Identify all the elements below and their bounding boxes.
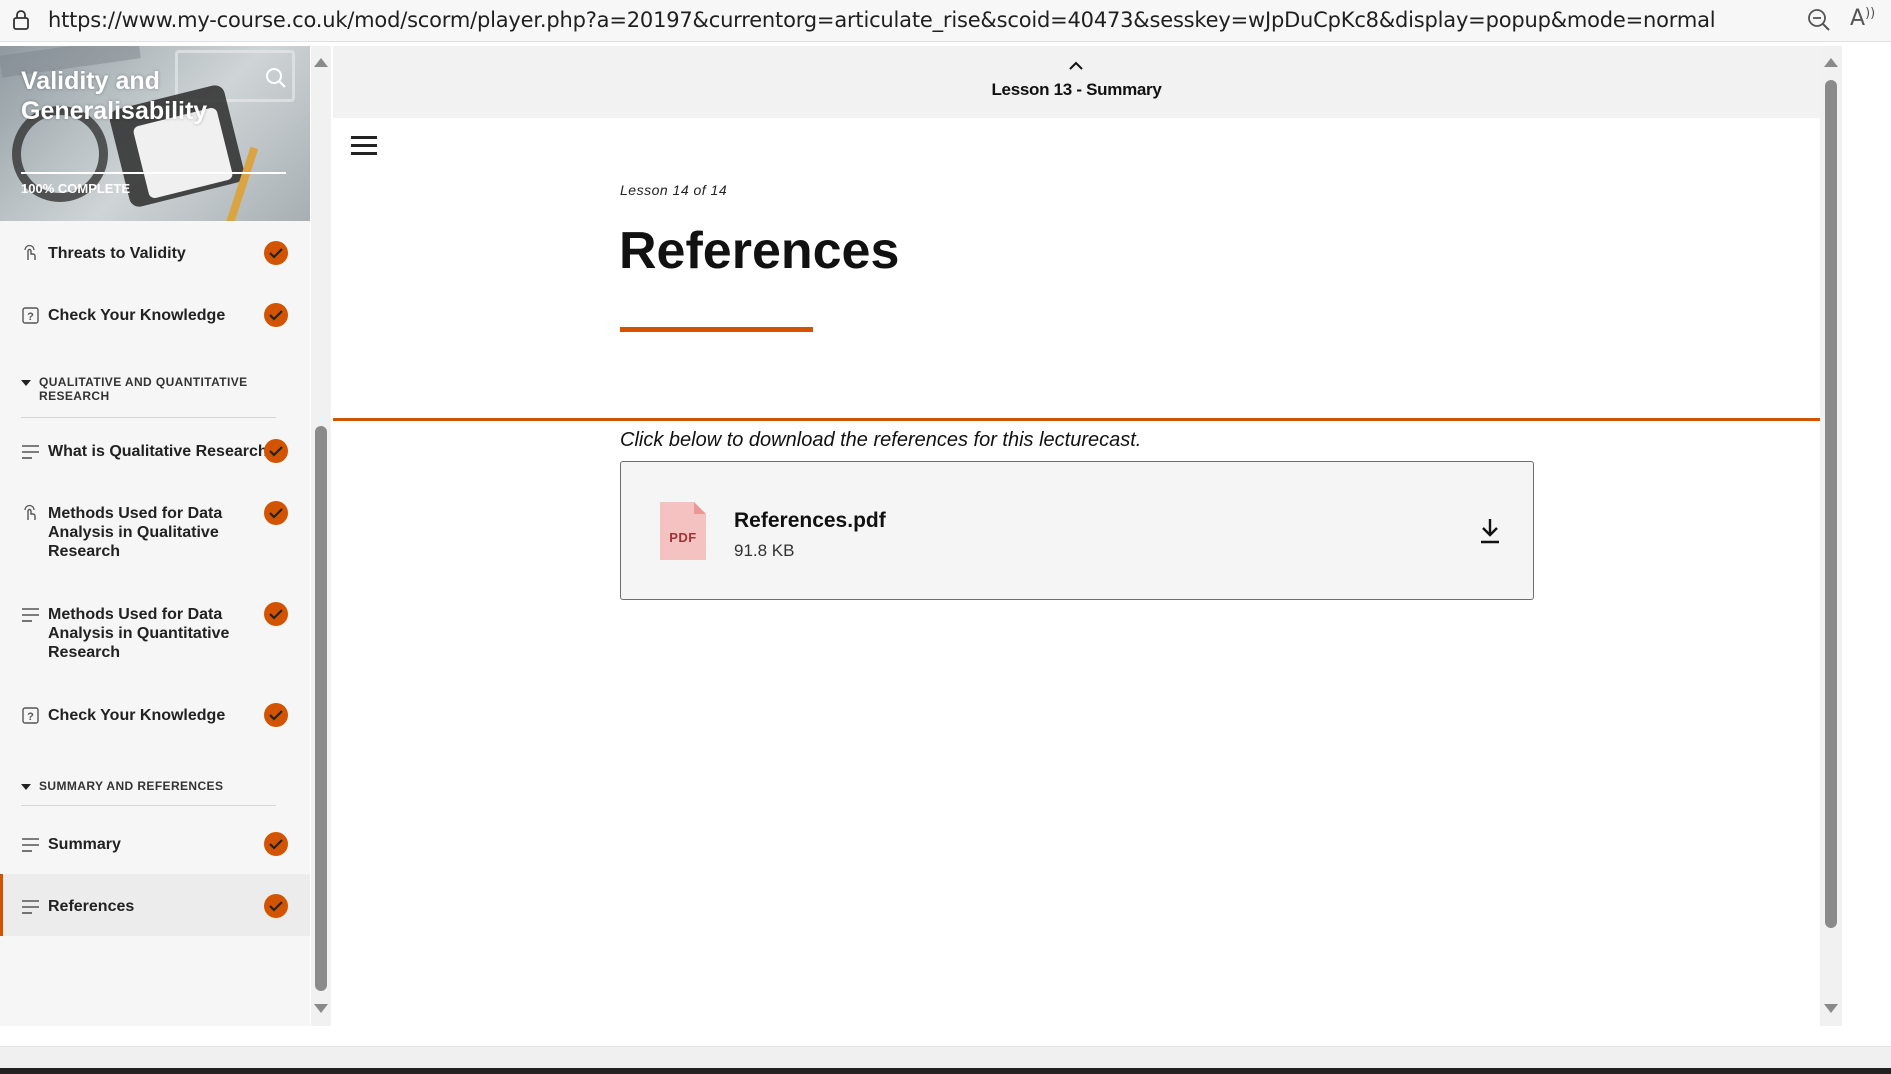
file-name: References.pdf <box>734 509 886 532</box>
previous-lesson-bar[interactable]: Lesson 13 - Summary <box>333 46 1820 118</box>
read-aloud-icon[interactable]: A)) <box>1850 6 1875 31</box>
completed-check-icon <box>264 602 288 626</box>
completed-check-icon <box>264 703 288 727</box>
progress-label: 100% COMPLETE <box>21 181 131 196</box>
quiz-icon: ? <box>22 707 39 724</box>
zoom-out-icon[interactable] <box>1806 7 1832 33</box>
section-divider <box>333 418 1820 421</box>
sidebar-scroll-thumb[interactable] <box>315 426 327 991</box>
completed-check-icon <box>264 303 288 327</box>
sidebar-item-label: Threats to Validity <box>48 245 186 262</box>
scroll-down-arrow-icon[interactable] <box>1824 1004 1838 1013</box>
interaction-icon <box>24 504 36 520</box>
title-underline <box>620 327 813 332</box>
previous-lesson-label[interactable]: Lesson 13 - Summary <box>333 80 1820 100</box>
text-lines-icon <box>22 608 39 622</box>
file-size: 91.8 KB <box>734 541 795 560</box>
sidebar-item-references[interactable]: References <box>0 874 310 936</box>
sidebar-item-check-your-knowledge[interactable]: ? Check Your Knowledge <box>0 283 310 345</box>
completed-check-icon <box>264 894 288 918</box>
course-sidebar: Validity and Generalisability 100% COMPL… <box>0 46 310 1026</box>
svg-text:?: ? <box>27 711 34 723</box>
sidebar-item-label: References <box>48 898 135 915</box>
quiz-icon: ? <box>22 307 39 324</box>
page-title: References <box>619 222 900 280</box>
sidebar-item-label: Methods Used for Data Analysis in Qualit… <box>48 505 223 560</box>
scroll-down-arrow-icon[interactable] <box>314 1004 328 1013</box>
url-text[interactable]: https://www.my-course.co.uk/mod/scorm/pl… <box>48 8 1716 32</box>
section-summary-and-references[interactable]: SUMMARY AND REFERENCES <box>0 779 290 793</box>
sidebar-item-label: Methods Used for Data Analysis in Quanti… <box>48 606 230 661</box>
progress-bar <box>21 172 286 174</box>
section-qualitative-and-quantitative[interactable]: QUALITATIVE AND QUANTITATIVE RESEARCH <box>0 375 290 403</box>
completed-check-icon <box>264 832 288 856</box>
sidebar-scrollbar[interactable] <box>311 46 331 1026</box>
section-divider <box>21 417 276 418</box>
sidebar-item-check-your-knowledge-2[interactable]: ? Check Your Knowledge <box>0 683 310 745</box>
lesson-content: Lesson 13 - Summary Lesson 14 of 14 Refe… <box>333 46 1820 1026</box>
download-icon[interactable] <box>1479 517 1501 545</box>
sidebar-item-label: Summary <box>48 836 121 853</box>
completed-check-icon <box>264 241 288 265</box>
main-scroll-thumb[interactable] <box>1825 80 1837 928</box>
main-scrollbar[interactable] <box>1820 46 1842 1026</box>
sidebar-item-what-is-qualitative-research[interactable]: What is Qualitative Research? <box>0 419 310 481</box>
caret-down-icon <box>21 784 31 790</box>
sidebar-item-label: What is Qualitative Research? <box>48 443 278 460</box>
interaction-icon <box>24 244 36 260</box>
horizontal-scrollbar[interactable] <box>0 1046 1891 1068</box>
sidebar-item-methods-qualitative[interactable]: Methods Used for Data Analysis in Qualit… <box>0 481 310 582</box>
svg-text:?: ? <box>27 311 34 323</box>
text-lines-icon <box>22 900 39 914</box>
sidebar-item-threats-to-validity[interactable]: Threats to Validity <box>0 221 310 283</box>
section-divider <box>21 805 276 806</box>
course-header: Validity and Generalisability 100% COMPL… <box>0 46 310 221</box>
course-title: Validity and Generalisability <box>21 67 208 125</box>
completed-check-icon <box>264 439 288 463</box>
chevron-up-icon <box>1069 61 1083 70</box>
pdf-badge: PDF <box>669 530 697 545</box>
text-lines-icon <box>22 445 39 459</box>
search-icon[interactable] <box>264 66 288 90</box>
sidebar-item-label: Check Your Knowledge <box>48 707 226 724</box>
scroll-up-arrow-icon[interactable] <box>1824 58 1838 67</box>
attachment-card[interactable]: PDF References.pdf 91.8 KB <box>620 461 1534 600</box>
sidebar-item-methods-quantitative[interactable]: Methods Used for Data Analysis in Quanti… <box>0 582 310 683</box>
window-bottom-edge <box>0 1068 1891 1074</box>
section-label: QUALITATIVE AND QUANTITATIVE RESEARCH <box>39 375 248 403</box>
sidebar-item-summary[interactable]: Summary <box>0 812 310 874</box>
sidebar-item-label: Check Your Knowledge <box>48 307 226 324</box>
intro-text: Click below to download the references f… <box>620 429 1142 451</box>
lock-icon <box>13 10 29 30</box>
lesson-count: Lesson 14 of 14 <box>620 182 728 198</box>
browser-address-bar: https://www.my-course.co.uk/mod/scorm/pl… <box>0 0 1891 42</box>
menu-icon[interactable] <box>351 136 377 156</box>
section-label: SUMMARY AND REFERENCES <box>39 779 224 793</box>
caret-down-icon <box>21 380 31 386</box>
scroll-up-arrow-icon[interactable] <box>314 58 328 67</box>
text-lines-icon <box>22 838 39 852</box>
completed-check-icon <box>264 501 288 525</box>
